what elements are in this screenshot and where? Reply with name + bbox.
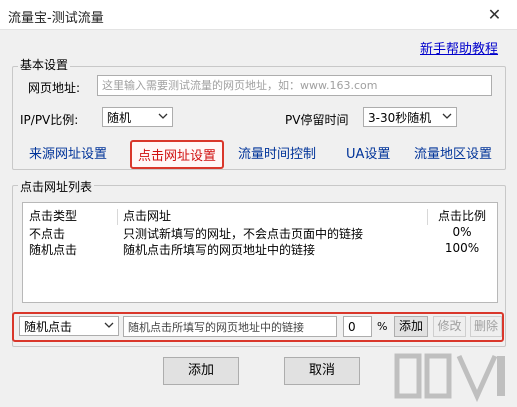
ippv-ratio-select[interactable]: 随机 — [102, 107, 173, 127]
tab-ua-settings[interactable]: UA设置 — [346, 143, 390, 162]
close-icon: ✕ — [487, 5, 502, 24]
pv-stay-time-value: 3-30秒随机 — [368, 110, 432, 125]
click-url-list-label: 点击网址列表 — [18, 178, 95, 195]
click-ratio-input[interactable] — [343, 316, 372, 337]
column-header-type[interactable]: 点击类型 — [29, 207, 77, 224]
column-divider[interactable] — [427, 209, 428, 225]
close-button[interactable]: ✕ — [472, 0, 517, 30]
tab-click-url-settings[interactable]: 点击网址设置 — [130, 140, 225, 169]
url-input[interactable] — [97, 75, 492, 96]
url-label: 网页地址: — [28, 81, 81, 95]
row-click-ratio: 100% — [444, 241, 480, 255]
click-type-select[interactable]: 随机点击 — [19, 316, 119, 336]
column-header-ratio[interactable]: 点击比例 — [429, 207, 495, 224]
basic-settings-label: 基本设置 — [18, 56, 71, 73]
row-click-url: 随机点击所填写的网页地址中的链接 — [123, 243, 316, 257]
row-click-type: 不点击 — [29, 227, 66, 241]
tab-traffic-time-control[interactable]: 流量时间控制 — [238, 143, 316, 162]
help-tutorial-link[interactable]: 新手帮助教程 — [420, 38, 498, 57]
pv-stay-time-select[interactable]: 3-30秒随机 — [363, 107, 457, 127]
click-url-input[interactable] — [123, 316, 337, 337]
window-title: 流量宝-测试流量 — [8, 11, 104, 26]
chevron-down-icon — [104, 320, 114, 333]
percent-sign: % — [377, 320, 388, 333]
table-row[interactable]: 不点击 只测试新填写的网址，不会点击页面中的链接 0% — [23, 225, 497, 241]
ippv-ratio-label: IP/PV比例: — [20, 113, 79, 127]
chevron-down-icon — [442, 111, 452, 124]
click-type-value: 随机点击 — [24, 319, 73, 334]
pv-stay-time-label: PV停留时间 — [285, 113, 349, 127]
edit-rule-button[interactable]: 修改 — [433, 316, 466, 337]
click-url-table[interactable]: 点击类型 点击网址 点击比例 不点击 只测试新填写的网址，不会点击页面中的链接 … — [22, 202, 498, 303]
chevron-down-icon — [158, 111, 168, 124]
title-bar: 流量宝-测试流量 ✕ — [0, 0, 517, 30]
tab-source-url-settings[interactable]: 来源网址设置 — [29, 143, 107, 162]
column-divider[interactable] — [117, 209, 118, 225]
tab-traffic-region-settings[interactable]: 流量地区设置 — [414, 143, 492, 162]
row-click-ratio: 0% — [452, 225, 472, 239]
column-header-url[interactable]: 点击网址 — [123, 207, 171, 224]
table-row[interactable]: 随机点击 随机点击所填写的网页地址中的链接 100% — [23, 241, 497, 257]
add-rule-button[interactable]: 添加 — [394, 316, 428, 337]
cancel-button[interactable]: 取消 — [284, 357, 360, 385]
delete-rule-button[interactable]: 删除 — [470, 316, 502, 337]
table-header-row: 点击类型 点击网址 点击比例 — [23, 207, 497, 225]
ippv-ratio-value: 随机 — [107, 110, 132, 125]
add-button[interactable]: 添加 — [163, 357, 239, 385]
row-click-type: 随机点击 — [29, 243, 78, 257]
row-click-url: 只测试新填写的网址，不会点击页面中的链接 — [123, 227, 364, 241]
watermark-logo — [394, 353, 505, 403]
